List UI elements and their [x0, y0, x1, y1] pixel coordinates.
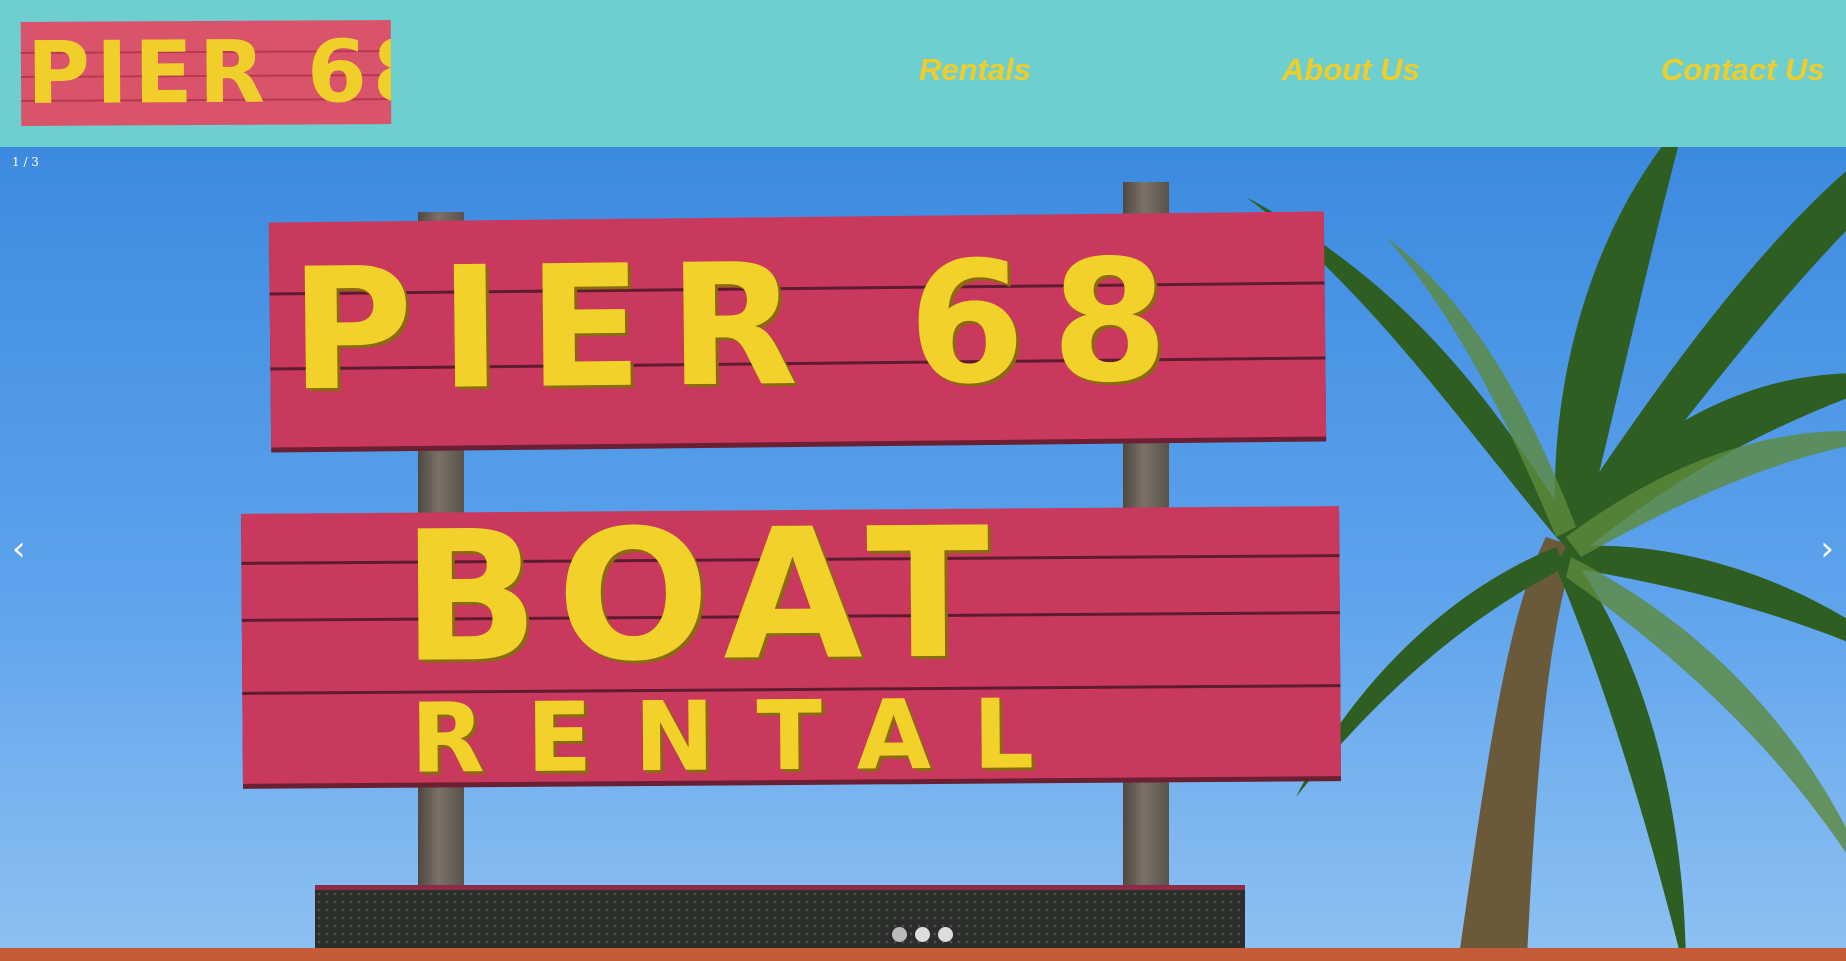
slide-indicator-dots [892, 927, 953, 942]
nav-link-about-us[interactable]: About Us [1282, 52, 1420, 88]
logo-text: PIER 68 [26, 21, 392, 124]
sign-text-boat: BOAT [400, 489, 1008, 703]
slide-dot-3[interactable] [938, 927, 953, 942]
hero-slideshow: PIER 68 BOAT RENTAL 1 / 3 ‹ › [0, 147, 1846, 948]
led-marquee-sign [315, 885, 1245, 948]
slide-dot-2[interactable] [915, 927, 930, 942]
site-header: PIER 68 Rentals About Us Contact Us [0, 0, 1846, 147]
next-slide-arrow-icon[interactable]: › [1820, 529, 1834, 569]
slide-dot-1[interactable] [892, 927, 907, 942]
bottom-accent-bar [0, 948, 1846, 961]
sign-board-bottom: BOAT RENTAL [241, 489, 1341, 795]
sign-text-pier-68: PIER 68 [288, 222, 1196, 429]
sign-text-rental: RENTAL [410, 678, 1077, 795]
slide-counter: 1 / 3 [12, 155, 39, 169]
previous-slide-arrow-icon[interactable]: ‹ [12, 529, 26, 569]
site-logo[interactable]: PIER 68 [20, 20, 392, 126]
nav-link-contact-us[interactable]: Contact Us [1661, 52, 1825, 88]
sign-board-top: PIER 68 [268, 211, 1327, 448]
nav-link-rentals[interactable]: Rentals [919, 52, 1031, 88]
